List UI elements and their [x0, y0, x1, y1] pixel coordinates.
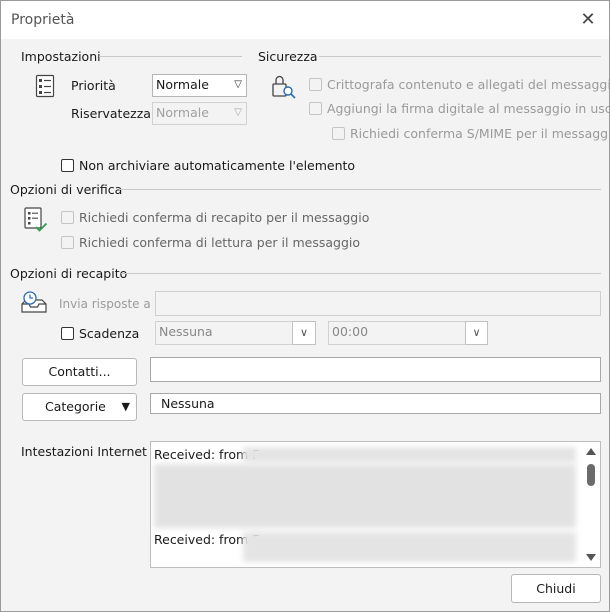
caret-down-icon: ▼ [121, 400, 130, 413]
window-title: Proprietà [11, 12, 75, 28]
priorita-select[interactable]: Normale ▽ [152, 74, 247, 97]
smime-label: Richiedi conferma S/MIME per il messaggi… [350, 126, 610, 141]
categorie-label: Categorie [45, 399, 106, 414]
sicurezza-heading: Sicurezza [258, 49, 318, 64]
scroll-up-icon[interactable] [586, 448, 596, 455]
scroll-thumb[interactable] [587, 464, 595, 486]
priorita-value: Normale [156, 77, 209, 92]
divider [119, 189, 601, 190]
scadenza-label: Scadenza [79, 326, 140, 341]
firma-digitale-label: Aggiungi la firma digitale al messaggio … [327, 101, 610, 116]
invia-risposte-field[interactable] [155, 291, 601, 316]
scrollbar[interactable] [584, 444, 598, 565]
scadenza-time-select[interactable]: 00:00 [328, 321, 488, 345]
non-archiviare-label: Non archiviare automaticamente l'element… [79, 158, 356, 173]
impostazioni-heading: Impostazioni [21, 49, 101, 64]
internet-headers-textarea[interactable]: Received: from F Received: from E [150, 441, 601, 568]
chevron-down-icon: ∨ [299, 326, 309, 339]
delivery-tray-icon [21, 291, 47, 313]
redacted-region [243, 447, 576, 462]
priorita-label: Priorità [71, 78, 116, 93]
crittografa-checkbox[interactable] [309, 78, 322, 91]
tracking-checklist-icon [24, 207, 48, 232]
lock-security-icon [272, 75, 296, 99]
settings-list-icon [35, 74, 55, 98]
divider [99, 56, 242, 57]
chevron-down-icon: ▽ [234, 79, 242, 90]
firma-digitale-checkbox[interactable] [309, 102, 322, 115]
non-archiviare-checkbox[interactable] [61, 159, 74, 172]
redacted-region [154, 464, 576, 528]
chiudi-button[interactable]: Chiudi [511, 574, 601, 603]
close-icon[interactable]: ✕ [577, 9, 599, 31]
riservatezza-select[interactable]: Normale ▽ [152, 102, 247, 125]
conferma-recapito-checkbox[interactable] [61, 211, 74, 224]
riservatezza-value: Normale [156, 105, 209, 120]
properties-dialog: Proprietà ✕ Impostazioni Priorità Normal… [0, 0, 610, 612]
scadenza-date-value: Nessuna [159, 324, 213, 339]
title-bar: Proprietà ✕ [1, 1, 609, 39]
divider [121, 273, 601, 274]
categorie-field[interactable]: Nessuna [150, 393, 601, 414]
riservatezza-label: Riservatezza [71, 106, 151, 121]
recapito-heading: Opzioni di recapito [10, 266, 128, 281]
scadenza-checkbox[interactable] [61, 327, 74, 340]
scadenza-time-dropdown[interactable]: ∨ [465, 321, 488, 345]
chevron-down-icon: ∨ [472, 326, 481, 339]
intestazioni-label: Intestazioni Internet [21, 444, 147, 459]
crittografa-label: Crittografa contenuto e allegati del mes… [327, 77, 610, 92]
verifica-heading: Opzioni di verifica [10, 182, 123, 197]
categorie-value: Nessuna [161, 396, 215, 411]
smime-checkbox[interactable] [332, 127, 345, 140]
conferma-lettura-label: Richiedi conferma di lettura per il mess… [79, 235, 360, 250]
invia-risposte-label: Invia risposte a [59, 297, 151, 311]
contatti-button[interactable]: Contatti... [22, 358, 137, 386]
scroll-down-icon[interactable] [586, 554, 596, 561]
divider [319, 56, 601, 57]
contatti-field[interactable] [150, 357, 601, 382]
chevron-down-icon: ▽ [234, 107, 242, 118]
conferma-lettura-checkbox[interactable] [61, 236, 74, 249]
conferma-recapito-label: Richiedi conferma di recapito per il mes… [79, 210, 370, 225]
scadenza-time-value: 00:00 [332, 324, 369, 339]
scadenza-date-dropdown[interactable]: ∨ [292, 321, 316, 345]
redacted-region [243, 532, 576, 562]
categorie-button[interactable]: Categorie ▼ [22, 393, 137, 421]
